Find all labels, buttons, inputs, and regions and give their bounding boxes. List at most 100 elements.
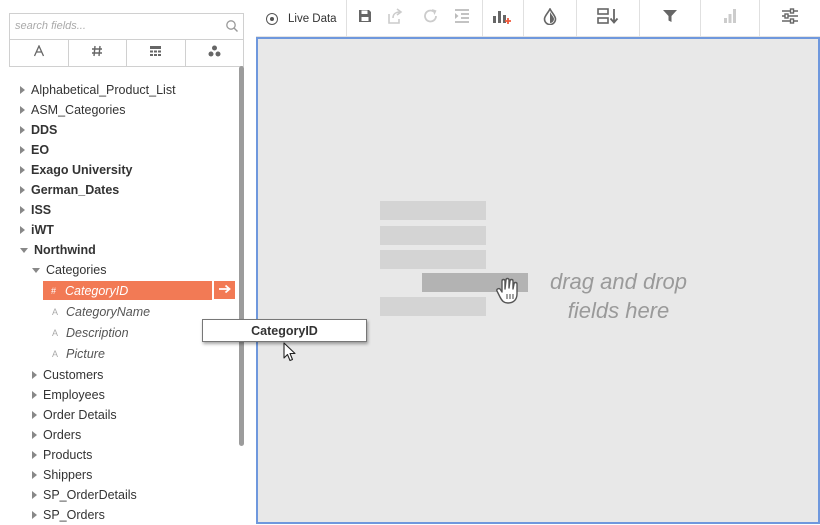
- tree-item-label: Customers: [43, 368, 104, 382]
- tree-item-iwt[interactable]: iWT: [0, 220, 238, 240]
- tree-item-eo[interactable]: EO: [0, 140, 238, 160]
- tree-item-iss[interactable]: ISS: [0, 200, 238, 220]
- text-type-tab[interactable]: [10, 40, 69, 66]
- placeholder-bar: [380, 297, 486, 316]
- tree-item-sp-orderdetails[interactable]: SP_OrderDetails: [0, 485, 238, 505]
- caret-right-icon[interactable]: [32, 431, 37, 439]
- arrow-right-icon: [218, 281, 232, 299]
- tree-item-orders[interactable]: Orders: [0, 425, 238, 445]
- tree-item-sp-orders[interactable]: SP_Orders: [0, 505, 238, 525]
- tree-item-customers[interactable]: Customers: [0, 365, 238, 385]
- caret-right-icon[interactable]: [32, 451, 37, 459]
- tree-item-label: Exago University: [31, 163, 133, 177]
- caret-right-icon[interactable]: [20, 126, 25, 134]
- drop-hint-line-1: drag and drop: [550, 269, 687, 294]
- search-icon[interactable]: [225, 19, 239, 33]
- tree-item-employees[interactable]: Employees: [0, 385, 238, 405]
- caret-right-icon[interactable]: [32, 471, 37, 479]
- caret-right-icon[interactable]: [20, 206, 25, 214]
- placeholder-bar: [380, 250, 486, 269]
- caret-right-icon[interactable]: [20, 166, 25, 174]
- tree-item-order-details[interactable]: Order Details: [0, 405, 238, 425]
- tree-item-label: Shippers: [43, 468, 93, 482]
- table-type-icon: [149, 44, 162, 62]
- caret-right-icon[interactable]: [20, 226, 25, 234]
- drop-hint-line-2: fields here: [567, 298, 670, 323]
- tree-item-label: DDS: [31, 123, 58, 137]
- tree-item-label: Categories: [46, 263, 107, 277]
- live-data-radio-icon: [266, 12, 278, 25]
- group-type-tab[interactable]: [186, 40, 244, 66]
- number-type-tab[interactable]: [69, 40, 127, 66]
- caret-right-icon[interactable]: [20, 186, 25, 194]
- settings-sliders-icon: [781, 8, 799, 29]
- caret-down-icon[interactable]: [20, 247, 28, 253]
- toolbar-divider: [482, 0, 483, 37]
- caret-right-icon[interactable]: [20, 86, 25, 94]
- type-filter-tabs: [9, 39, 244, 67]
- drag-ghost: CategoryID: [202, 319, 367, 342]
- caret-right-icon[interactable]: [32, 511, 37, 519]
- report-canvas-drop-zone[interactable]: drag and drop fields here: [256, 37, 820, 524]
- placeholder-bar: [380, 226, 486, 245]
- placeholder-bar: [380, 201, 486, 220]
- tree-item-label: German_Dates: [31, 183, 120, 197]
- tree-item-asm-categories[interactable]: ASM_Categories: [0, 100, 238, 120]
- filter-button[interactable]: [640, 0, 700, 37]
- toolbar-divider: [346, 0, 347, 37]
- search-box: [9, 13, 244, 39]
- color-format-button[interactable]: [524, 0, 576, 37]
- toolbar: Live Data: [256, 0, 820, 37]
- tree-item-label: Products: [43, 448, 93, 462]
- caret-right-icon[interactable]: [32, 371, 37, 379]
- indent-button[interactable]: [450, 0, 474, 37]
- tree-item-label: EO: [31, 143, 50, 157]
- tree-item-categories[interactable]: Categories: [0, 260, 238, 280]
- mouse-cursor-icon: [283, 342, 297, 367]
- text-field-icon: A: [52, 348, 59, 359]
- tree-item-label: CategoryID: [65, 283, 129, 298]
- live-data-toggle[interactable]: Live Data: [266, 0, 346, 37]
- tree-item-dds[interactable]: DDS: [0, 120, 238, 140]
- add-field-button[interactable]: [214, 281, 235, 299]
- tree-item-label: SP_Orders: [43, 508, 105, 522]
- redo-button[interactable]: [419, 0, 443, 37]
- add-chart-icon: [492, 7, 512, 30]
- search-input[interactable]: [10, 14, 220, 38]
- redo-icon: [423, 8, 439, 29]
- live-data-label: Live Data: [288, 12, 337, 25]
- tree-item-german-dates[interactable]: German_Dates: [0, 180, 238, 200]
- indent-icon: [454, 8, 470, 29]
- tree-item-label: Northwind: [34, 243, 96, 257]
- tree-item-alphabetical-product-list[interactable]: Alphabetical_Product_List: [0, 80, 238, 100]
- chart-button[interactable]: [701, 0, 759, 37]
- sort-button[interactable]: [577, 0, 639, 37]
- caret-down-icon[interactable]: [32, 267, 40, 273]
- field-item-picture[interactable]: A Picture: [52, 344, 232, 363]
- caret-right-icon[interactable]: [32, 411, 37, 419]
- caret-right-icon[interactable]: [32, 391, 37, 399]
- tree-item-label: Picture: [66, 346, 105, 361]
- export-button[interactable]: [383, 0, 407, 37]
- tree-item-northwind[interactable]: Northwind: [0, 240, 238, 260]
- caret-right-icon[interactable]: [32, 491, 37, 499]
- text-type-icon: [33, 44, 45, 62]
- tree-item-exago-university[interactable]: Exago University: [0, 160, 238, 180]
- app-window: Alphabetical_Product_List ASM_Categories D…: [0, 0, 820, 525]
- text-field-icon: A: [52, 327, 59, 338]
- tree-item-products[interactable]: Products: [0, 445, 238, 465]
- save-button[interactable]: [353, 0, 377, 37]
- caret-right-icon[interactable]: [20, 146, 25, 154]
- tree-item-shippers[interactable]: Shippers: [0, 465, 238, 485]
- add-chart-button[interactable]: [488, 0, 516, 37]
- fields-tree: Alphabetical_Product_List ASM_Categories D…: [0, 80, 238, 525]
- drag-hand-icon: [496, 275, 524, 310]
- table-type-tab[interactable]: [127, 40, 186, 66]
- field-item-categoryid[interactable]: # CategoryID: [43, 281, 212, 300]
- tree-scrollbar[interactable]: [239, 66, 244, 446]
- number-field-icon: #: [51, 285, 57, 296]
- bar-chart-icon: [723, 8, 737, 29]
- settings-button[interactable]: [760, 0, 820, 37]
- group-type-icon: [208, 44, 221, 62]
- caret-right-icon[interactable]: [20, 106, 25, 114]
